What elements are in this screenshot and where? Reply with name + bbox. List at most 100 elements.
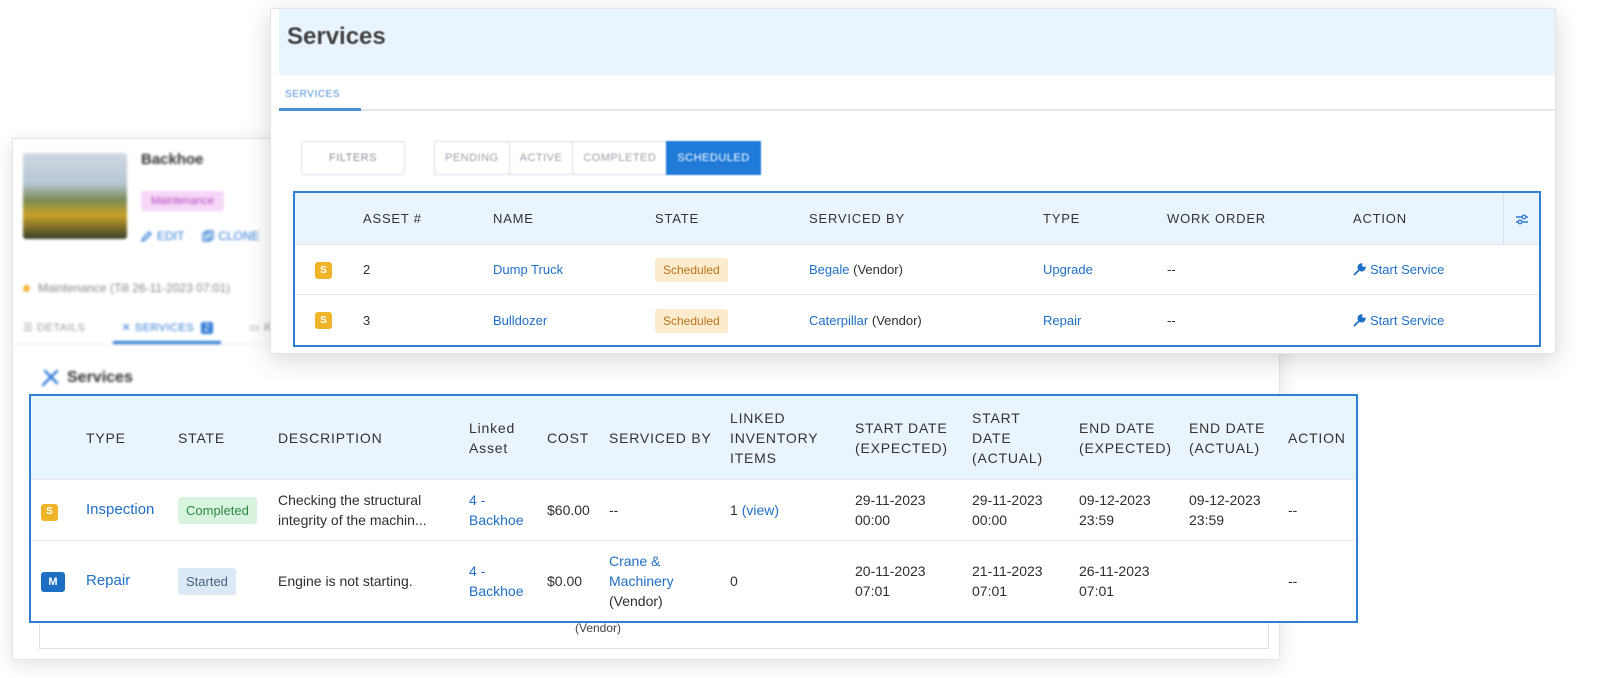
col-serviced-by: SERVICED BY <box>609 429 712 446</box>
service-type-link[interactable]: Inspection <box>86 500 178 520</box>
col-start-actual-line3: (ACTUAL) <box>972 449 1043 466</box>
tab-services[interactable]: SERVICES <box>285 89 340 100</box>
service-type-link[interactable]: Repair <box>86 571 178 591</box>
linked-asset-link[interactable]: 4 - Backhoe <box>469 490 547 530</box>
state-badge: Scheduled <box>655 308 728 333</box>
state-cell: Completed <box>178 496 278 524</box>
scheduled-services-table: ASSET # NAME STATE SERVICED BY TYPE WORK… <box>293 191 1541 347</box>
scheduled-badge-icon: S <box>315 312 332 329</box>
type-link[interactable]: Upgrade <box>1043 262 1167 277</box>
wrench-icon <box>1353 263 1366 276</box>
table-row[interactable]: S Inspection Completed Checking the stru… <box>31 480 1356 541</box>
state-pending-button[interactable]: PENDING <box>434 141 510 175</box>
end-actual-date: 09-12-2023 <box>1189 492 1261 508</box>
tab-underline <box>279 108 361 111</box>
inventory-cell: 1 (view) <box>730 500 855 520</box>
col-asset-number: ASSET # <box>363 211 422 226</box>
table-row[interactable]: S 2 Dump Truck Scheduled Begale (Vendor)… <box>295 245 1539 295</box>
vendor-suffix: (Vendor) <box>609 593 663 609</box>
table-header-row: ASSET # NAME STATE SERVICED BY TYPE WORK… <box>295 192 1539 245</box>
start-expected-date: 20-11-2023 <box>855 563 926 579</box>
linked-asset-line2: Backhoe <box>469 512 524 528</box>
vendor-link[interactable]: Begale <box>809 262 849 277</box>
column-settings-button[interactable] <box>1503 192 1539 245</box>
start-expected-date: 29-11-2023 <box>855 492 926 508</box>
description-line1: Checking the structural <box>278 492 422 508</box>
asset-number: 2 <box>363 262 371 277</box>
end-actual-time: 23:59 <box>1189 512 1225 528</box>
col-end-actual-line2: (ACTUAL) <box>1189 439 1260 456</box>
asset-services-table: TYPE STATE DESCRIPTION Linked Asset COST… <box>29 394 1358 623</box>
start-service-button[interactable]: Start Service <box>1353 313 1503 328</box>
tab-services[interactable]: ✕ SERVICES 2 <box>113 313 222 344</box>
col-work-order: WORK ORDER <box>1167 211 1266 226</box>
end-expected-time: 07:01 <box>1079 583 1115 599</box>
start-actual-time: 00:00 <box>972 512 1008 528</box>
start-expected-time: 00:00 <box>855 512 891 528</box>
state-cell: Started <box>178 567 278 595</box>
vendor-overflow-text: (Vendor) <box>575 621 622 635</box>
col-linked-inventory-line2: INVENTORY <box>730 429 819 446</box>
col-end-date-expected: END DATE (EXPECTED) <box>1079 418 1189 458</box>
col-end-date-actual: END DATE (ACTUAL) <box>1189 418 1288 458</box>
serviced-by-cell: Begale (Vendor) <box>809 262 1043 277</box>
col-start-expected-line2: (EXPECTED) <box>855 439 948 456</box>
start-date-expected: 20-11-2023 07:01 <box>855 561 972 601</box>
services-tabbar: SERVICES <box>279 75 1555 111</box>
serviced-by: -- <box>609 502 619 518</box>
description-cell: Engine is not starting. <box>278 573 413 589</box>
type-link[interactable]: Repair <box>1043 313 1167 328</box>
copy-icon <box>202 230 214 242</box>
vendor-link-line2[interactable]: Machinery <box>609 571 730 591</box>
inventory-view-link[interactable]: (view) <box>742 502 779 518</box>
services-heading-text: Services <box>67 369 133 386</box>
start-service-label: Start Service <box>1370 312 1445 328</box>
vendor-link[interactable]: Caterpillar <box>809 313 868 328</box>
edit-button[interactable]: EDIT <box>141 229 184 243</box>
action-cell: -- <box>1288 502 1298 518</box>
asset-name-link[interactable]: Dump Truck <box>493 262 655 277</box>
state-cell: Scheduled <box>655 258 809 282</box>
row-badge-cell: S <box>295 261 363 279</box>
doc-icon: ▭ <box>249 322 264 334</box>
list-icon: ☰ <box>23 322 37 334</box>
col-linked-inventory: LINKED INVENTORY ITEMS <box>730 408 855 468</box>
table-row[interactable]: M Repair Started Engine is not starting.… <box>31 541 1356 621</box>
col-cost: COST <box>547 429 590 446</box>
col-linked-asset: Linked Asset <box>469 418 547 458</box>
status-dot-icon <box>23 284 30 292</box>
state-active-button[interactable]: ACTIVE <box>508 141 574 175</box>
clone-button[interactable]: CLONE <box>202 229 260 243</box>
end-date-expected: 09-12-2023 23:59 <box>1079 490 1189 530</box>
work-order: -- <box>1167 262 1176 277</box>
asset-actions: EDIT CLONE <box>141 229 260 243</box>
state-completed-button[interactable]: COMPLETED <box>572 141 668 175</box>
end-date-expected: 26-11-2023 07:01 <box>1079 561 1189 601</box>
tools-icon <box>41 369 59 387</box>
filters-button[interactable]: FILTERS <box>301 141 405 175</box>
state-scheduled-button[interactable]: SCHEDULED <box>666 141 761 175</box>
services-window: Services SERVICES FILTERS PENDING ACTIVE… <box>270 8 1556 354</box>
col-start-date-actual: START DATE (ACTUAL) <box>972 408 1079 468</box>
action-cell: -- <box>1288 573 1298 589</box>
start-service-button[interactable]: Start Service <box>1353 262 1503 277</box>
vendor-suffix: (Vendor) <box>871 312 922 328</box>
col-state: STATE <box>178 429 226 446</box>
linked-asset-link[interactable]: 4 - Backhoe <box>469 561 547 601</box>
start-service-label: Start Service <box>1370 262 1445 277</box>
table-row[interactable]: S 3 Bulldozer Scheduled Caterpillar (Ven… <box>295 295 1539 345</box>
tab-services-label: SERVICES <box>134 322 195 334</box>
end-expected-date: 09-12-2023 <box>1079 492 1151 508</box>
cost: $60.00 <box>547 502 590 518</box>
asset-name-link[interactable]: Bulldozer <box>493 313 655 328</box>
vendor-link-line1[interactable]: Crane & <box>609 551 730 571</box>
start-date-expected: 29-11-2023 00:00 <box>855 490 972 530</box>
state-cell: Scheduled <box>655 308 809 333</box>
col-name: NAME <box>493 211 534 226</box>
col-end-expected-line2: (EXPECTED) <box>1079 439 1172 456</box>
services-count-badge: 2 <box>200 322 214 334</box>
start-date-actual: 21-11-2023 07:01 <box>972 561 1079 601</box>
tab-details[interactable]: ☰ DETAILS <box>23 313 85 344</box>
state-badge: Completed <box>178 496 257 524</box>
col-end-expected-line1: END DATE <box>1079 419 1156 436</box>
